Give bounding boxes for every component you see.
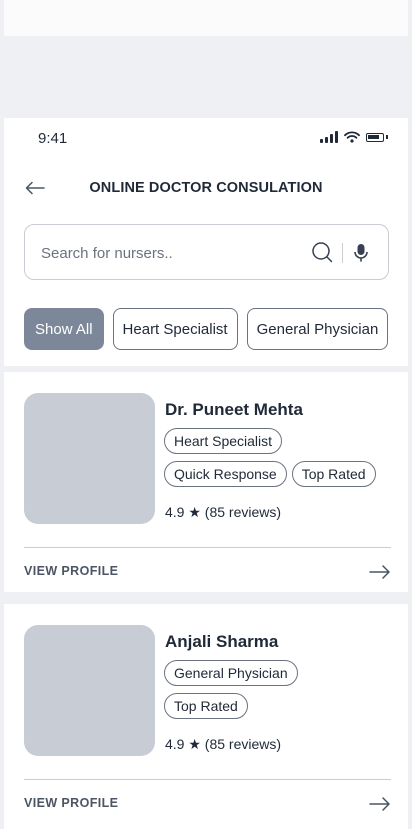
- battery-tip: [386, 135, 388, 139]
- microphone-icon[interactable]: [350, 241, 372, 263]
- tag: Heart Specialist: [164, 428, 283, 454]
- doctor-card: Anjali Sharma General Physician Top Rate…: [4, 604, 408, 829]
- tag: Quick Response: [164, 461, 287, 487]
- tag: Top Rated: [164, 693, 248, 719]
- search-bar: [24, 224, 389, 280]
- doctor-photo: [24, 393, 155, 524]
- tag-row: General Physician: [164, 660, 298, 686]
- top-strip: [4, 0, 408, 36]
- battery-icon: [366, 132, 384, 142]
- doctor-list: Dr. Puneet Mehta Heart Specialist Quick …: [4, 366, 408, 829]
- doctor-name: Anjali Sharma: [165, 632, 279, 651]
- search-divider: [342, 243, 343, 263]
- card-divider: [24, 779, 391, 780]
- card-divider: [24, 547, 391, 548]
- doctor-card: Dr. Puneet Mehta Heart Specialist Quick …: [4, 372, 408, 592]
- status-icons: [320, 131, 388, 143]
- tag: Top Rated: [291, 461, 376, 487]
- view-profile-link[interactable]: VIEW PROFILE: [24, 564, 118, 578]
- doctor-name: Dr. Puneet Mehta: [165, 400, 303, 419]
- tag-row: Heart Specialist: [164, 428, 283, 454]
- status-time: 9:41: [38, 130, 68, 147]
- page-title: ONLINE DOCTOR CONSULATION: [89, 180, 323, 196]
- status-bar: 9:41: [4, 118, 408, 162]
- doctor-rating: 4.9 ★ (85 reviews): [165, 504, 282, 520]
- filter-chips: Show All Heart Specialist General Physic…: [24, 308, 389, 350]
- filter-chip-heart-specialist[interactable]: Heart Specialist: [112, 308, 238, 350]
- tag-row: Quick Response Top Rated: [164, 461, 376, 487]
- tag-row: Top Rated: [164, 693, 248, 719]
- doctor-rating: 4.9 ★ (85 reviews): [165, 736, 282, 752]
- header: ONLINE DOCTOR CONSULATION: [4, 170, 408, 206]
- arrow-right-icon[interactable]: [368, 562, 392, 582]
- signal-icon: [320, 131, 338, 143]
- view-profile-link[interactable]: VIEW PROFILE: [24, 796, 118, 810]
- phone-screen: 9:41 ONLINE DOCTOR CONSULATION Search fo…: [4, 118, 408, 829]
- tag: General Physician: [164, 660, 298, 686]
- search-input[interactable]: [39, 241, 293, 265]
- wifi-icon: [344, 131, 360, 143]
- doctor-photo: [24, 625, 155, 756]
- search-icon[interactable]: [310, 240, 334, 264]
- filter-chip-general-physician[interactable]: General Physician: [246, 308, 389, 350]
- arrow-right-icon[interactable]: [368, 794, 392, 814]
- filter-chip-show-all[interactable]: Show All: [24, 308, 104, 350]
